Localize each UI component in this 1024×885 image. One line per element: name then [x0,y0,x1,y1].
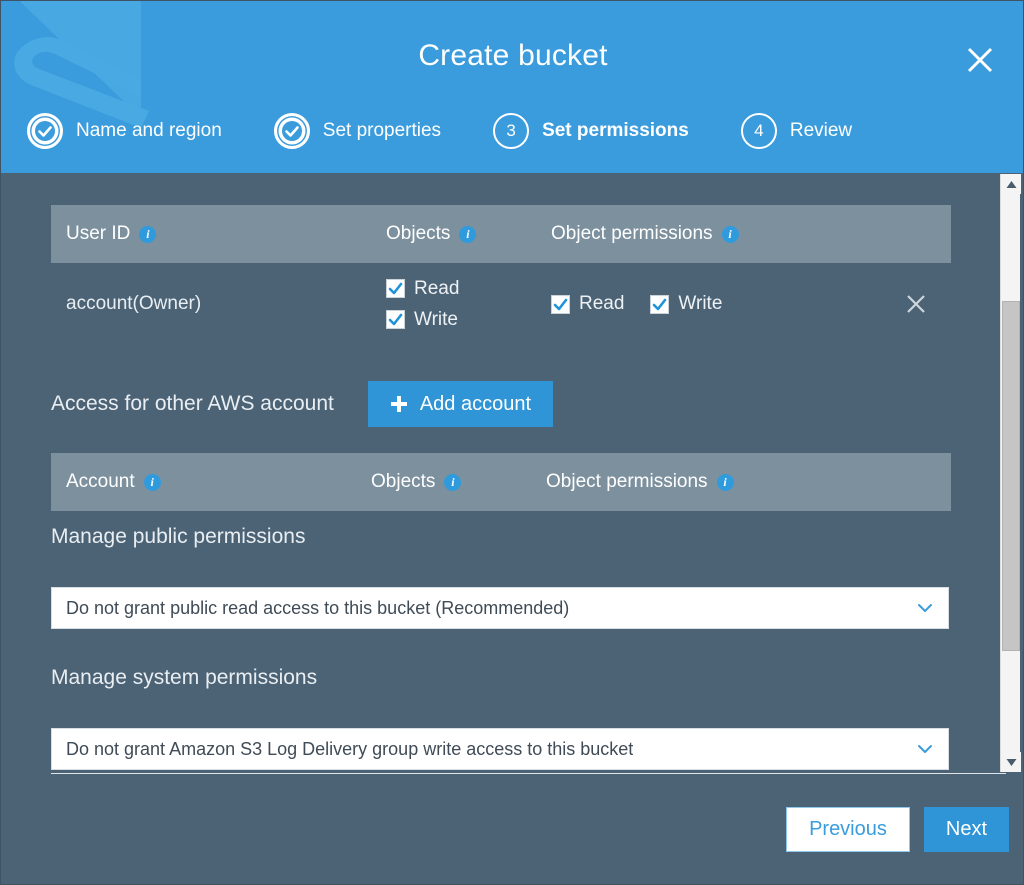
system-permissions-selected-value: Do not grant Amazon S3 Log Delivery grou… [66,738,634,759]
step-complete-marker [27,113,63,149]
check-icon [553,298,568,310]
check-icon [281,121,302,141]
info-icon[interactable]: i [143,473,161,491]
column-header-objects: Objects i [371,471,546,493]
wizard-step-label: Set permissions [542,120,689,141]
scroll-down-button[interactable] [1001,752,1021,772]
add-account-button[interactable]: Add account [367,381,554,427]
vertical-scrollbar[interactable] [1000,174,1021,772]
dialog-footer: Previous Next [1,774,1023,884]
check-icon [35,121,55,141]
checkbox-label: Write [678,293,723,314]
checkbox-label: Read [414,277,460,299]
scroll-content: User ID i Objects i Object permissions i… [1,173,995,773]
checkbox-label: Read [579,293,625,314]
column-header-label: Objects [371,471,436,492]
column-header-label: Object permissions [546,471,708,492]
wizard-step-label: Review [789,120,853,141]
other-account-row: Access for other AWS account Add account [51,381,554,427]
manage-system-permissions-label: Manage system permissions [51,666,318,689]
cell-remove [881,290,951,318]
info-icon[interactable]: i [716,473,734,491]
objects-read-checkbox[interactable]: Read [386,278,551,300]
chevron-down-icon [916,599,934,617]
account-permissions-table: Account i Objects i Object permissions i [51,453,951,511]
column-header-object-permissions: Object permissions i [546,471,876,493]
wizard-step-set-properties[interactable]: Set properties [273,113,442,149]
dialog-header: Create bucket Name and region Set proper… [1,1,1023,173]
wizard-step-review[interactable]: 4 Review [740,113,853,149]
table-row: account(Owner) Read Write Read Write [51,263,951,345]
object-permissions-write-checkbox[interactable]: Write [650,293,722,315]
add-account-label: Add account [419,392,532,415]
public-permissions-selected-value: Do not grant public read access to this … [66,597,570,618]
table-header-row: User ID i Objects i Object permissions i [51,205,951,263]
wizard-step-label: Name and region [76,120,222,141]
objects-write-checkbox[interactable]: Write [386,309,551,331]
table-header-row: Account i Objects i Object permissions i [51,453,951,511]
checkbox-box [551,294,570,314]
step-complete-marker [273,113,310,149]
checkbox-box [650,294,670,314]
chevron-down-icon [1006,758,1016,766]
other-account-label: Access for other AWS account [51,392,334,415]
scroll-up-button[interactable] [1001,174,1021,194]
wizard-steps: Name and region Set properties 3 Set per… [27,113,852,149]
previous-button[interactable]: Previous [786,806,910,852]
wizard-step-label: Set properties [322,120,442,141]
create-bucket-dialog: Create bucket Name and region Set proper… [0,0,1024,885]
checkbox-box [386,279,405,298]
manage-public-permissions-label: Manage public permissions [51,525,306,548]
plus-icon [390,395,408,413]
column-header-object-permissions: Object permissions i [551,223,881,245]
column-header-label: Account [66,471,135,492]
check-icon [388,313,403,326]
dialog-body: User ID i Objects i Object permissions i… [1,173,1023,773]
next-button[interactable]: Next [923,806,1009,852]
chevron-up-icon [1006,180,1016,188]
check-icon [388,282,403,295]
close-icon [967,47,993,73]
info-icon[interactable]: i [721,225,739,243]
close-button[interactable] [961,41,999,79]
wizard-step-set-permissions[interactable]: 3 Set permissions [493,113,689,149]
scrollbar-thumb[interactable] [1002,301,1020,651]
cell-user-id: account(Owner) [66,293,202,314]
page-title: Create bucket [418,39,608,72]
public-permissions-select[interactable]: Do not grant public read access to this … [51,587,949,629]
step-number-marker: 3 [493,113,530,149]
close-icon [907,295,925,313]
info-icon[interactable]: i [139,225,157,243]
column-header-label: Objects [386,223,451,244]
check-icon [653,298,667,310]
object-permissions-read-checkbox[interactable]: Read [551,293,624,315]
column-header-label: User ID [66,223,131,244]
remove-row-button[interactable] [902,290,930,318]
info-icon[interactable]: i [444,473,462,491]
user-permissions-table: User ID i Objects i Object permissions i… [51,205,951,345]
step-number-marker: 4 [740,113,777,149]
column-header-user-id: User ID i [51,223,386,245]
checkbox-label: Write [414,308,458,330]
chevron-down-icon [916,740,934,758]
cell-object-permissions: Read Write [551,293,881,315]
cell-objects: Read Write [386,278,551,331]
column-header-account: Account i [51,471,371,493]
column-header-objects: Objects i [386,223,551,245]
wizard-step-name-and-region[interactable]: Name and region [27,113,222,149]
info-icon[interactable]: i [459,225,477,243]
system-permissions-select[interactable]: Do not grant Amazon S3 Log Delivery grou… [51,728,949,770]
checkbox-box [386,310,405,329]
column-header-label: Object permissions [551,223,713,244]
